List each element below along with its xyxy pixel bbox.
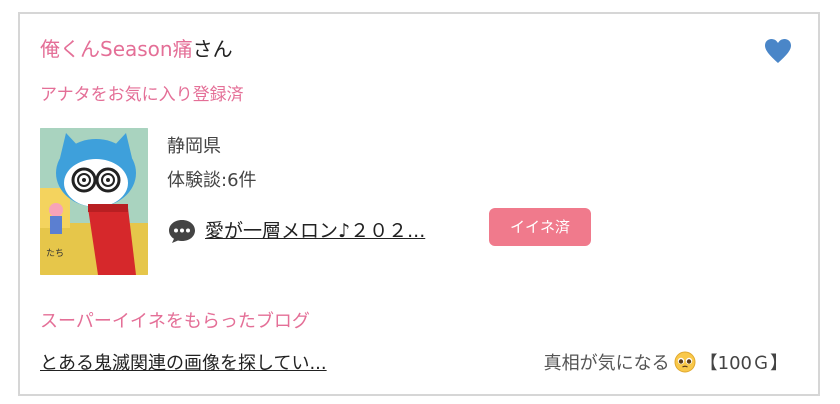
super-iine-comment: 真相が気になる 【100Ｇ】: [544, 349, 788, 375]
super-iine-comment-text: 真相が気になる: [543, 353, 670, 374]
user-name-line: 俺くんSeason痛さん: [40, 36, 233, 62]
latest-blog-row: 愛が一層メロン♪２０２... イイネ済: [167, 208, 627, 248]
user-card: 俺くんSeason痛さん アナタをお気に入り登録済 たち 静岡県 体験談:6件 …: [18, 12, 820, 396]
super-iine-blog-link[interactable]: とある鬼滅関連の画像を探してい...: [40, 349, 327, 375]
super-iine-price: 【100Ｇ】: [699, 353, 788, 374]
avatar[interactable]: たち: [40, 128, 148, 275]
review-count[interactable]: 体験談:6件: [167, 166, 257, 192]
favorite-status: アナタをお気に入り登録済: [40, 85, 244, 105]
super-iine-heading: スーパーイイネをもらったブログ: [40, 311, 310, 332]
blog-title-link[interactable]: 愛が一層メロン♪２０２...: [205, 216, 425, 243]
prefecture: 静岡県: [167, 136, 221, 157]
heart-icon[interactable]: [764, 38, 792, 64]
speech-bubble-icon: [167, 218, 197, 244]
iine-button[interactable]: イイネ済: [489, 208, 591, 246]
pleading-face-emoji-icon: [674, 351, 696, 373]
user-name-suffix: さん: [192, 37, 233, 61]
user-name-link[interactable]: 俺くんSeason痛: [40, 37, 193, 61]
svg-text:たち: たち: [46, 248, 64, 259]
